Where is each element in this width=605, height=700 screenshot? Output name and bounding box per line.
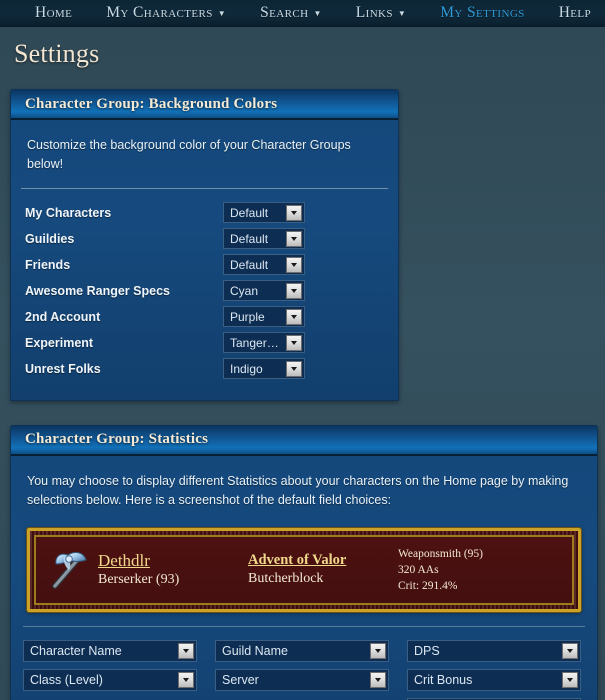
group-name-label: My Characters <box>25 205 112 220</box>
nav-label: Search <box>260 3 309 21</box>
color-select-guildies[interactable]: Default <box>223 228 305 250</box>
stat-aas: 320 AAs <box>398 563 439 576</box>
stat-column-1: Character Name Class (Level) <box>23 640 197 700</box>
group-name-label: Unrest Folks <box>25 361 101 376</box>
color-row: Unrest Folks Indigo <box>11 356 398 382</box>
panel-description: You may choose to display different Stat… <box>27 473 569 508</box>
statistics-field-selectors: Character Name Class (Level) Guild Name … <box>11 627 597 700</box>
character-guild: Advent of Valor Butcherblock <box>248 551 398 588</box>
character-identity: Dethdlr Berserker (93) <box>98 550 248 590</box>
nav-item-links[interactable]: Links ▼ <box>339 4 423 22</box>
character-name-link[interactable]: Dethdlr <box>98 550 248 571</box>
color-select-my-characters[interactable]: Default <box>223 202 305 224</box>
chevron-down-icon[interactable] <box>286 256 302 273</box>
server-name: Butcherblock <box>248 570 324 586</box>
chevron-down-icon[interactable] <box>562 643 578 660</box>
character-card-inner: Dethdlr Berserker (93) Advent of Valor B… <box>34 534 574 606</box>
stat-select-crit-bonus[interactable]: Crit Bonus <box>407 669 581 692</box>
battle-axe-icon <box>46 547 92 593</box>
color-row: Awesome Ranger Specs Cyan <box>11 278 398 304</box>
chevron-down-icon[interactable] <box>286 230 302 247</box>
guild-name-link[interactable]: Advent of Valor <box>248 551 398 569</box>
nav-label: My Settings <box>440 3 525 21</box>
nav-item-help[interactable]: Help <box>542 4 605 22</box>
select-value: Guild Name <box>222 644 288 659</box>
color-select-unrest-folks[interactable]: Indigo <box>223 358 305 380</box>
select-value: Purple <box>230 309 265 324</box>
character-class-level: Berserker (93) <box>98 572 180 588</box>
statistics-panel: Character Group: Statistics You may choo… <box>10 424 598 700</box>
nav-item-home[interactable]: Home <box>18 4 89 22</box>
chevron-down-icon[interactable] <box>286 360 302 377</box>
panel-title: Character Group: Background Colors <box>25 95 278 112</box>
color-row: Friends Default <box>11 252 398 278</box>
select-value: Character Name <box>30 644 122 659</box>
select-value: Default <box>230 257 269 272</box>
chevron-down-icon[interactable] <box>370 672 386 689</box>
select-value: Tangerine <box>230 335 283 350</box>
select-value: Default <box>230 205 269 220</box>
character-card-preview: Dethdlr Berserker (93) Advent of Valor B… <box>11 524 597 614</box>
nav-item-my-characters[interactable]: My Characters ▼ <box>89 4 243 22</box>
background-colors-panel: Character Group: Background Colors Custo… <box>10 89 399 401</box>
color-row: My Characters Default <box>11 200 398 226</box>
character-statistics: Weaponsmith (95) 320 AAs Crit: 291.4% <box>398 546 562 595</box>
group-name-label: Guildies <box>25 231 75 246</box>
color-select-experiment[interactable]: Tangerine <box>223 332 305 354</box>
select-value: DPS <box>414 644 440 659</box>
panel-description: Customize the background color of your C… <box>27 138 351 172</box>
color-select-2nd-account[interactable]: Purple <box>223 306 305 328</box>
color-row: Experiment Tangerine <box>11 330 398 356</box>
panel-title: Character Group: Statistics <box>25 431 209 448</box>
stat-column-2: Guild Name Server <box>215 640 389 700</box>
stat-select-guild-name[interactable]: Guild Name <box>215 640 389 663</box>
color-row: Guildies Default <box>11 226 398 252</box>
chevron-down-icon[interactable] <box>370 643 386 660</box>
divider <box>21 187 388 189</box>
stat-select-server[interactable]: Server <box>215 669 389 692</box>
main-navigation: Home My Characters ▼ Search ▼ Links ▼ My… <box>0 0 605 27</box>
select-value: Indigo <box>230 361 263 376</box>
chevron-down-icon[interactable] <box>286 204 302 221</box>
nav-label: Home <box>35 3 73 21</box>
select-value: Cyan <box>230 283 259 298</box>
select-value: Class (Level) <box>30 673 103 688</box>
nav-item-search[interactable]: Search ▼ <box>243 4 339 22</box>
group-name-label: Awesome Ranger Specs <box>25 283 170 298</box>
stat-select-dps[interactable]: DPS <box>407 640 581 663</box>
group-name-label: Friends <box>25 257 71 272</box>
stat-select-class-level[interactable]: Class (Level) <box>23 669 197 692</box>
nav-item-my-settings[interactable]: My Settings <box>423 4 541 22</box>
stat-tradeskill: Weaponsmith (95) <box>398 547 483 560</box>
select-value: Crit Bonus <box>414 673 473 688</box>
group-name-label: Experiment <box>25 335 94 350</box>
color-group-rows: My Characters Default Guildies Default F… <box>11 189 398 400</box>
stat-select-character-name[interactable]: Character Name <box>23 640 197 663</box>
nav-label: Links <box>355 3 393 21</box>
character-card: Dethdlr Berserker (93) Advent of Valor B… <box>26 526 582 614</box>
nav-label: Help <box>558 3 592 21</box>
select-value: Server <box>222 673 259 688</box>
panel-header: Character Group: Background Colors <box>11 90 398 120</box>
chevron-down-icon[interactable] <box>286 308 302 325</box>
group-name-label: 2nd Account <box>25 309 101 324</box>
color-select-awesome-ranger-specs[interactable]: Cyan <box>223 280 305 302</box>
chevron-down-icon[interactable] <box>562 672 578 689</box>
chevron-down-icon[interactable] <box>178 643 194 660</box>
chevron-down-icon: ▼ <box>397 8 407 18</box>
chevron-down-icon[interactable] <box>178 672 194 689</box>
stat-crit: Crit: 291.4% <box>398 580 458 593</box>
chevron-down-icon[interactable] <box>286 334 302 351</box>
color-select-friends[interactable]: Default <box>223 254 305 276</box>
chevron-down-icon: ▼ <box>313 8 322 18</box>
color-row: 2nd Account Purple <box>11 304 398 330</box>
divider <box>23 626 585 628</box>
nav-label: My Characters <box>106 3 213 21</box>
page-title: Settings <box>14 39 100 68</box>
stat-column-3: DPS Crit Bonus Multi Attack Tradeskill C… <box>407 640 581 700</box>
select-value: Default <box>230 231 269 246</box>
chevron-down-icon[interactable] <box>286 282 302 299</box>
chevron-down-icon: ▼ <box>217 8 227 18</box>
panel-header: Character Group: Statistics <box>11 425 597 456</box>
